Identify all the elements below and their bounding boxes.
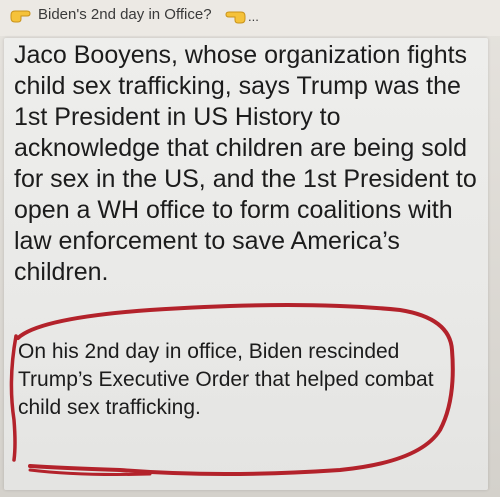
- truncation-ellipsis: ...: [248, 9, 259, 24]
- pointing-hand-left-icon: [225, 11, 246, 24]
- screenshot-frame: Biden's 2nd day in Office? ... Jaco Booy…: [0, 0, 500, 497]
- post-title: Biden's 2nd day in Office?: [38, 6, 212, 23]
- pointing-hand-right-icon: [10, 10, 31, 23]
- quote-card: Jaco Booyens, whose organization fights …: [4, 38, 488, 490]
- quote-paragraph-1: Jaco Booyens, whose organization fights …: [14, 41, 477, 286]
- post-header: Biden's 2nd day in Office? ...: [0, 0, 500, 36]
- quote-paragraph-2: On his 2nd day in office, Biden rescinde…: [18, 340, 434, 419]
